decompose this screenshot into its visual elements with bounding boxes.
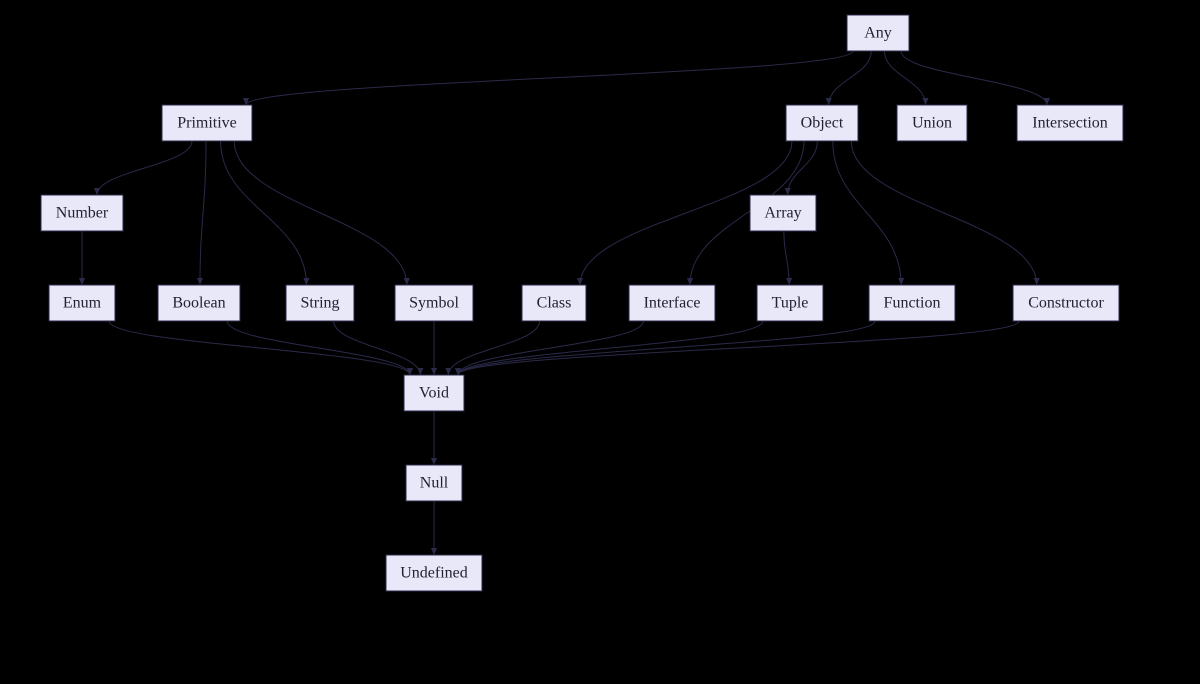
node-label-symbol: Symbol [409,295,459,312]
node-label-object: Object [801,115,844,132]
node-label-union: Union [912,115,952,132]
node-null: Null [406,465,462,501]
node-label-enum: Enum [63,295,102,312]
node-label-interface: Interface [644,295,701,312]
node-label-primitive: Primitive [177,115,237,132]
edge-constructor-void [458,321,1019,375]
node-union: Union [897,105,967,141]
edge-enum-void [109,321,410,375]
node-any: Any [847,15,909,51]
node-label-intersection: Intersection [1032,115,1108,132]
node-tuple: Tuple [757,285,823,321]
edge-object-constructor [851,141,1036,285]
edge-function-void [458,321,875,375]
node-boolean: Boolean [158,285,240,321]
node-intersection: Intersection [1017,105,1123,141]
edge-any-primitive [246,51,853,105]
node-label-any: Any [864,25,892,42]
node-label-undefined: Undefined [400,565,468,582]
node-label-boolean: Boolean [172,295,225,312]
edge-object-function [833,141,901,285]
node-constructor: Constructor [1013,285,1119,321]
node-label-function: Function [884,295,941,312]
node-undefined: Undefined [386,555,482,591]
edge-primitive-number [97,141,192,195]
node-void: Void [404,375,464,411]
node-class: Class [522,285,586,321]
node-label-null: Null [420,475,449,492]
node-label-number: Number [56,205,109,222]
node-enum: Enum [49,285,115,321]
edge-class-void [448,321,539,375]
node-interface: Interface [629,285,715,321]
node-label-tuple: Tuple [772,295,809,312]
node-symbol: Symbol [395,285,473,321]
edge-string-void [334,321,421,375]
node-function: Function [869,285,955,321]
edge-primitive-boolean [200,141,206,285]
edge-primitive-symbol [234,141,407,285]
node-string: String [286,285,354,321]
edge-any-object [829,51,872,105]
node-array: Array [750,195,816,231]
edge-array-tuple [784,231,789,285]
node-label-void: Void [419,385,449,402]
node-label-string: String [300,295,339,312]
node-primitive: Primitive [162,105,252,141]
nodes-layer: Any Primitive Object Union Intersection Numbe… [41,15,1123,591]
edge-tuple-void [458,321,763,375]
node-label-constructor: Constructor [1028,295,1104,312]
node-label-class: Class [537,295,572,312]
node-number: Number [41,195,123,231]
edge-object-array [788,141,818,195]
node-object: Object [786,105,858,141]
edge-any-union [884,51,925,105]
type-hierarchy-diagram: Any Primitive Object Union Intersection Numbe… [0,0,1200,684]
edge-primitive-string [221,141,307,285]
edge-any-intersection [901,51,1047,105]
node-label-array: Array [764,205,801,222]
